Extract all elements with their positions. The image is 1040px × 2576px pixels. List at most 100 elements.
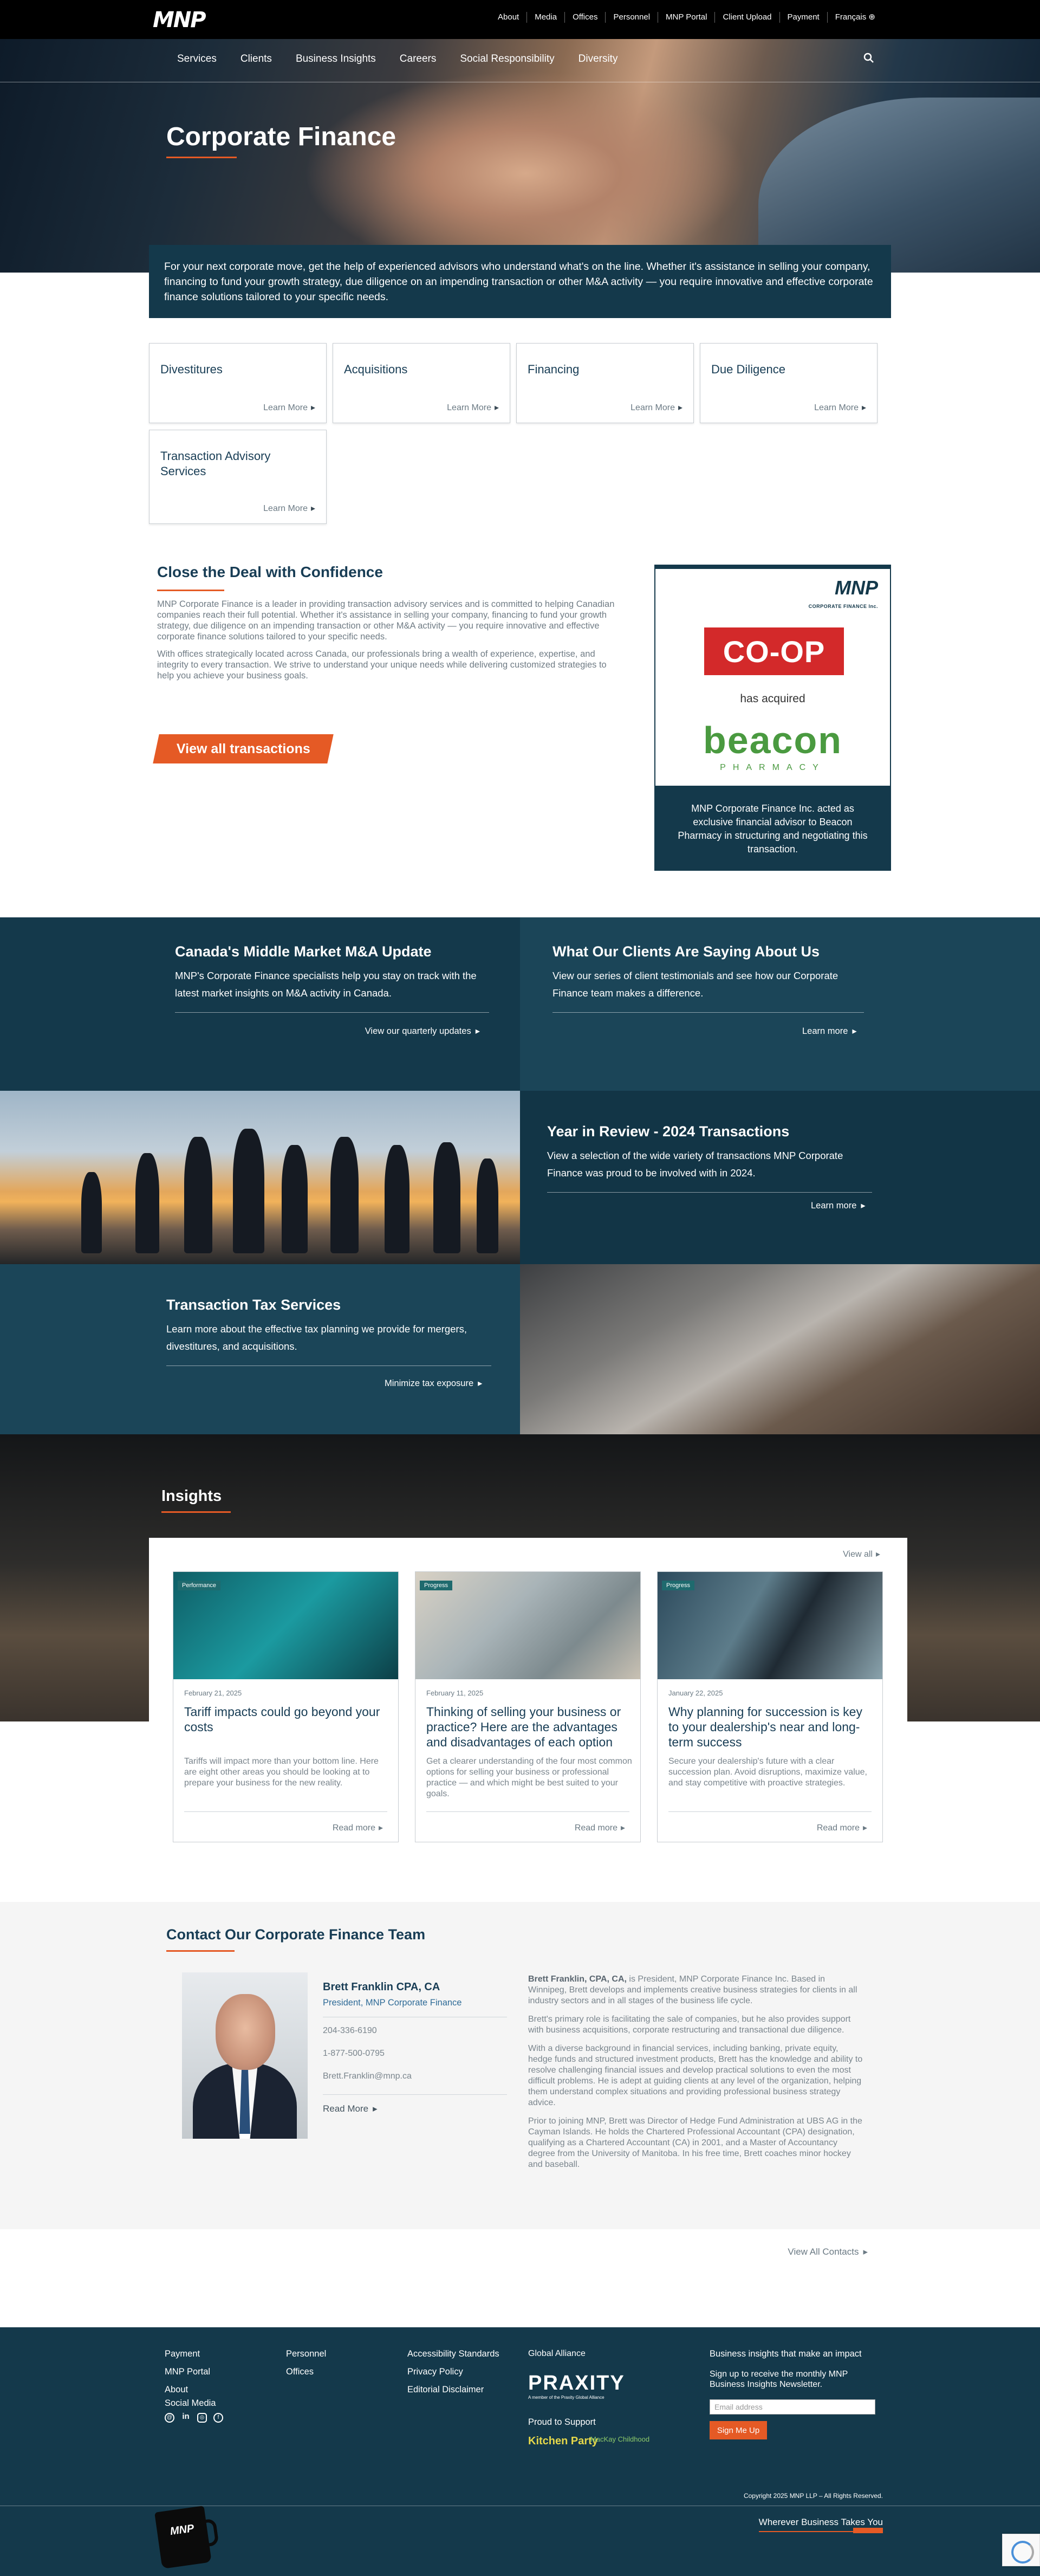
bio-paragraph-4: Prior to joining MNP, Brett was Director… (528, 2117, 862, 2169)
mackay-logo[interactable]: MacKay Childhood (590, 2436, 649, 2443)
tile-rule (547, 1192, 872, 1193)
sign-me-up-button[interactable]: Sign Me Up (710, 2421, 767, 2439)
insight-card[interactable]: Performance February 21, 2025 Tariff imp… (173, 1571, 399, 1842)
footer-link-about[interactable]: About (165, 2385, 223, 2395)
learn-more-link[interactable]: Learn More (263, 503, 315, 514)
util-link-upload[interactable]: Client Upload (714, 12, 779, 23)
service-card-financing[interactable]: Financing Learn More (516, 343, 694, 423)
service-card-title: Due Diligence (711, 363, 785, 376)
footer-link-payment[interactable]: Payment (165, 2349, 223, 2359)
insights-panel: View all Performance February 21, 2025 T… (149, 1538, 907, 1848)
divider (184, 1811, 387, 1812)
minimize-tax-link[interactable]: Minimize tax exposure (385, 1378, 482, 1389)
learn-more-link[interactable]: Learn More (447, 402, 499, 413)
recaptcha-badge-icon[interactable] (1002, 2534, 1040, 2566)
nav-business-insights[interactable]: Business Insights (296, 53, 376, 65)
contact-name: Brett Franklin CPA, CA (323, 1981, 440, 1993)
contact-read-more-link[interactable]: Read More (323, 2103, 507, 2114)
service-card-transaction-advisory[interactable]: Transaction Advisory Services Learn More (149, 430, 327, 524)
contact-info: Brett Franklin CPA, CA President, MNP Co… (323, 1972, 507, 2114)
contact-email[interactable]: Brett.Franklin@mnp.ca (323, 2072, 507, 2081)
threads-icon[interactable]: @ (165, 2413, 174, 2423)
nav-clients[interactable]: Clients (240, 53, 272, 65)
read-more-link[interactable]: Read more (333, 1822, 383, 1833)
divider (668, 1811, 872, 1812)
contact-phone-1[interactable]: 204-336-6190 (323, 2026, 507, 2036)
insight-title[interactable]: Thinking of selling your business or pra… (426, 1704, 632, 1750)
learn-more-link[interactable]: Learn More (814, 402, 866, 413)
insight-card[interactable]: Progress February 11, 2025 Thinking of s… (415, 1571, 641, 1842)
intro-box: For your next corporate move, get the he… (149, 245, 891, 318)
util-link-payment[interactable]: Payment (779, 12, 827, 23)
footer-link-offices[interactable]: Offices (286, 2367, 326, 2377)
quarterly-updates-link[interactable]: View our quarterly updates (365, 1026, 480, 1037)
deal-caption: MNP Corporate Finance Inc. acted as excl… (655, 786, 890, 870)
mnp-logo[interactable]: MNP (153, 8, 206, 33)
learn-more-link[interactable]: Learn More (263, 402, 315, 413)
nav-diversity[interactable]: Diversity (578, 53, 618, 65)
utility-nav: About Media Offices Personnel MNP Portal… (490, 12, 883, 23)
silhouette (330, 1137, 359, 1253)
service-card-title: Financing (528, 363, 580, 376)
tile-title: Year in Review - 2024 Transactions (547, 1123, 790, 1140)
bio-paragraph-2: Brett's primary role is facilitating the… (528, 2015, 851, 2035)
nav-careers[interactable]: Careers (400, 53, 437, 65)
coop-logo: CO-OP (704, 627, 844, 675)
insight-title[interactable]: Tariff impacts could go beyond your cost… (184, 1704, 390, 1734)
nav-services[interactable]: Services (177, 53, 217, 65)
silhouette (81, 1172, 102, 1253)
divider (426, 1811, 629, 1812)
util-link-offices[interactable]: Offices (564, 12, 605, 23)
top-utility-bar: MNP About Media Offices Personnel MNP Po… (0, 0, 1040, 39)
praxity-logo[interactable]: PRAXITY A member of the Praxity Global Al… (528, 2372, 625, 2400)
tile-year-in-review: Year in Review - 2024 Transactions View … (520, 1091, 1040, 1264)
bio-name: Brett Franklin, CPA, CA, (528, 1975, 627, 1984)
util-link-about[interactable]: About (490, 12, 526, 23)
newsletter-heading: Business insights that make an impact (710, 2349, 862, 2359)
insight-desc: Secure your dealership's future with a c… (668, 1757, 867, 1788)
silhouette (282, 1145, 308, 1253)
footer-link-accessibility[interactable]: Accessibility Standards (407, 2349, 499, 2359)
util-link-portal[interactable]: MNP Portal (658, 12, 714, 23)
facebook-icon[interactable]: f (213, 2413, 223, 2423)
read-more-link[interactable]: Read more (817, 1822, 867, 1833)
contact-phone-2[interactable]: 1-877-500-0795 (323, 2049, 507, 2059)
tile-text: MNP's Corporate Finance specialists help… (175, 970, 477, 999)
testimonials-learn-more-link[interactable]: Learn more (802, 1026, 857, 1037)
heading-underline (161, 1511, 231, 1513)
read-more-link[interactable]: Read more (575, 1822, 625, 1833)
service-card-title: Divestitures (160, 363, 223, 376)
footer-link-disclaimer[interactable]: Editorial Disclaimer (407, 2385, 499, 2395)
insight-card[interactable]: Progress January 22, 2025 Why planning f… (657, 1571, 883, 1842)
year-review-learn-more-link[interactable]: Learn more (811, 1200, 866, 1211)
search-icon[interactable] (863, 52, 875, 64)
view-all-contacts-link[interactable]: View All Contacts (788, 2247, 868, 2257)
beacon-logo: beacon (703, 719, 843, 761)
tile-text: View our series of client testimonials a… (552, 970, 838, 999)
util-link-media[interactable]: Media (526, 12, 564, 23)
util-link-personnel[interactable]: Personnel (605, 12, 658, 23)
instagram-icon[interactable]: ◎ (197, 2413, 207, 2423)
learn-more-link[interactable]: Learn More (630, 402, 682, 413)
insight-title[interactable]: Why planning for succession is key to yo… (668, 1704, 874, 1750)
view-all-transactions-button[interactable]: View all transactions (153, 734, 334, 763)
brand-sub: CORPORATE FINANCE Inc. (808, 604, 878, 609)
footer-link-personnel[interactable]: Personnel (286, 2349, 326, 2359)
email-input[interactable]: Email address (710, 2399, 875, 2415)
main-nav: Services Clients Business Insights Caree… (0, 39, 1040, 82)
linkedin-icon[interactable]: in (181, 2412, 191, 2423)
kitchen-party-logo[interactable]: Kitchen Party (528, 2436, 598, 2446)
insight-date: February 11, 2025 (426, 1689, 484, 1697)
footer-link-portal[interactable]: MNP Portal (165, 2367, 223, 2377)
service-card-title: Transaction Advisory Services (160, 449, 271, 478)
heading-underline (157, 590, 224, 591)
service-card-divestitures[interactable]: Divestitures Learn More (149, 343, 327, 423)
footer: Payment MNP Portal About Social Media @ … (0, 2327, 1040, 2576)
service-card-acquisitions[interactable]: Acquisitions Learn More (333, 343, 510, 423)
service-card-due-diligence[interactable]: Due Diligence Learn More (700, 343, 877, 423)
footer-link-privacy[interactable]: Privacy Policy (407, 2367, 499, 2377)
nav-social-responsibility[interactable]: Social Responsibility (460, 53, 554, 65)
heading-underline (166, 1950, 235, 1952)
util-link-francais[interactable]: Français ⊕ (827, 12, 883, 23)
insights-view-all-link[interactable]: View all (843, 1549, 880, 1559)
